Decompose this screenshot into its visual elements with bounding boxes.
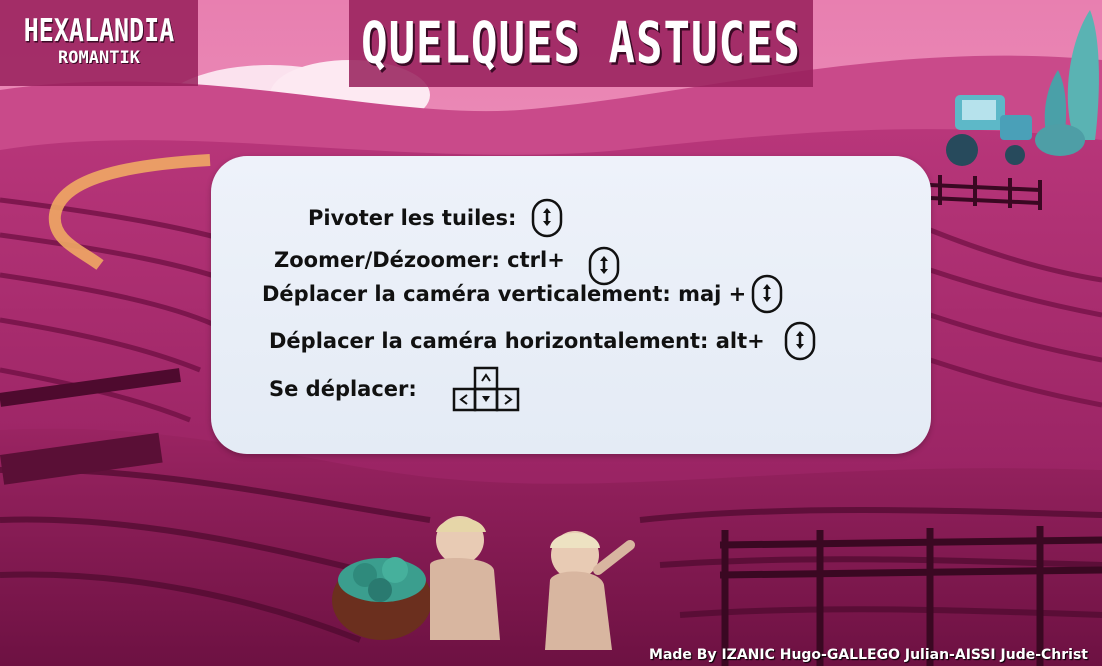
tip-camera-vertical-label: Déplacer la caméra verticalement: maj + (262, 282, 747, 306)
tip-zoom-label: Zoomer/Dézoomer: ctrl+ (274, 248, 565, 272)
tip-move: Se déplacer: (269, 366, 520, 412)
tips-panel: Pivoter les tuiles: Zoomer/Dézoomer: ctr… (211, 156, 931, 454)
title-banner: QUELQUES ASTUCES (349, 0, 813, 87)
mouse-scroll-icon (750, 274, 784, 314)
logo-subtitle: ROMANTIK (58, 48, 140, 68)
tip-rotate: Pivoter les tuiles: (308, 198, 564, 238)
game-logo: HEXALANDIA ROMANTIK (0, 0, 198, 86)
tip-camera-horizontal-label: Déplacer la caméra horizontalement: alt+ (269, 329, 765, 353)
tip-rotate-label: Pivoter les tuiles: (308, 206, 517, 230)
tip-camera-horizontal: Déplacer la caméra horizontalement: alt+ (269, 321, 817, 361)
page-title: QUELQUES ASTUCES (361, 10, 801, 77)
arrow-keys-icon (452, 366, 520, 412)
mouse-scroll-icon (783, 321, 817, 361)
mouse-scroll-icon (530, 198, 564, 238)
tip-move-label: Se déplacer: (269, 377, 417, 401)
logo-title: HEXALANDIA (23, 12, 175, 49)
credits-text: Made By IZANIC Hugo-GALLEGO Julian-AISSI… (649, 647, 1088, 663)
tip-camera-vertical: Déplacer la caméra verticalement: maj + (262, 274, 784, 314)
